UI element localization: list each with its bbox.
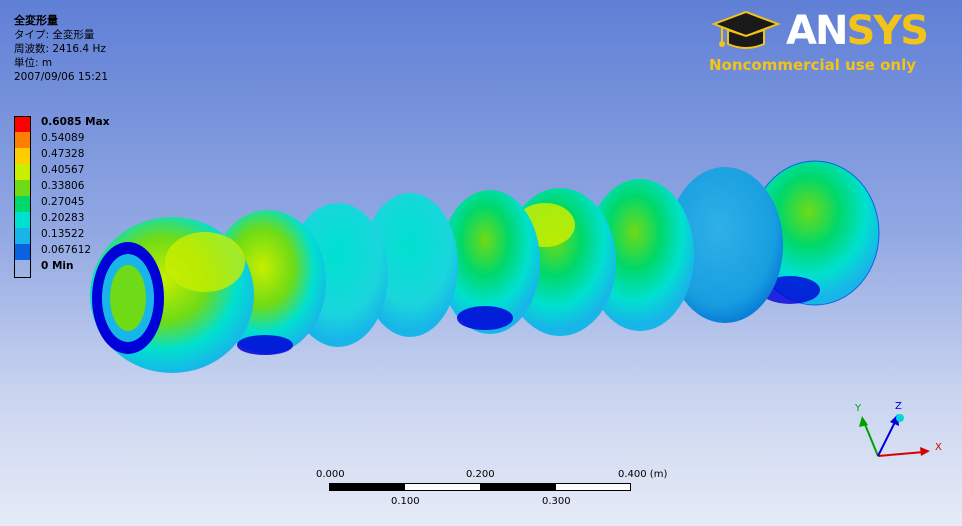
axis-x-label: X [935, 442, 942, 453]
scale-segment-2 [404, 483, 481, 491]
axis-y-label: Y [855, 403, 862, 414]
axis-z-label: Z [895, 401, 902, 412]
scale-segment-4 [555, 483, 631, 491]
segment-1-high-region [165, 232, 245, 292]
open-end-interior [110, 265, 146, 331]
scale-label-400: 0.400 (m) [618, 469, 668, 480]
scale-segment-3 [480, 483, 556, 491]
scale-label-100: 0.100 [391, 496, 420, 507]
scale-bar: 0.000 0.200 0.400 (m) 0.100 0.300 [300, 466, 680, 514]
scale-label-200: 0.200 [466, 469, 495, 480]
scale-label-0: 0.000 [316, 469, 345, 480]
coordinate-triad[interactable]: Y Z X [846, 396, 956, 468]
scale-segment-1 [329, 483, 405, 491]
deformed-model-view[interactable] [0, 0, 962, 526]
segment-2-min-region [237, 335, 293, 355]
scale-label-300: 0.300 [542, 496, 571, 507]
segment-5-min-region [457, 306, 513, 330]
